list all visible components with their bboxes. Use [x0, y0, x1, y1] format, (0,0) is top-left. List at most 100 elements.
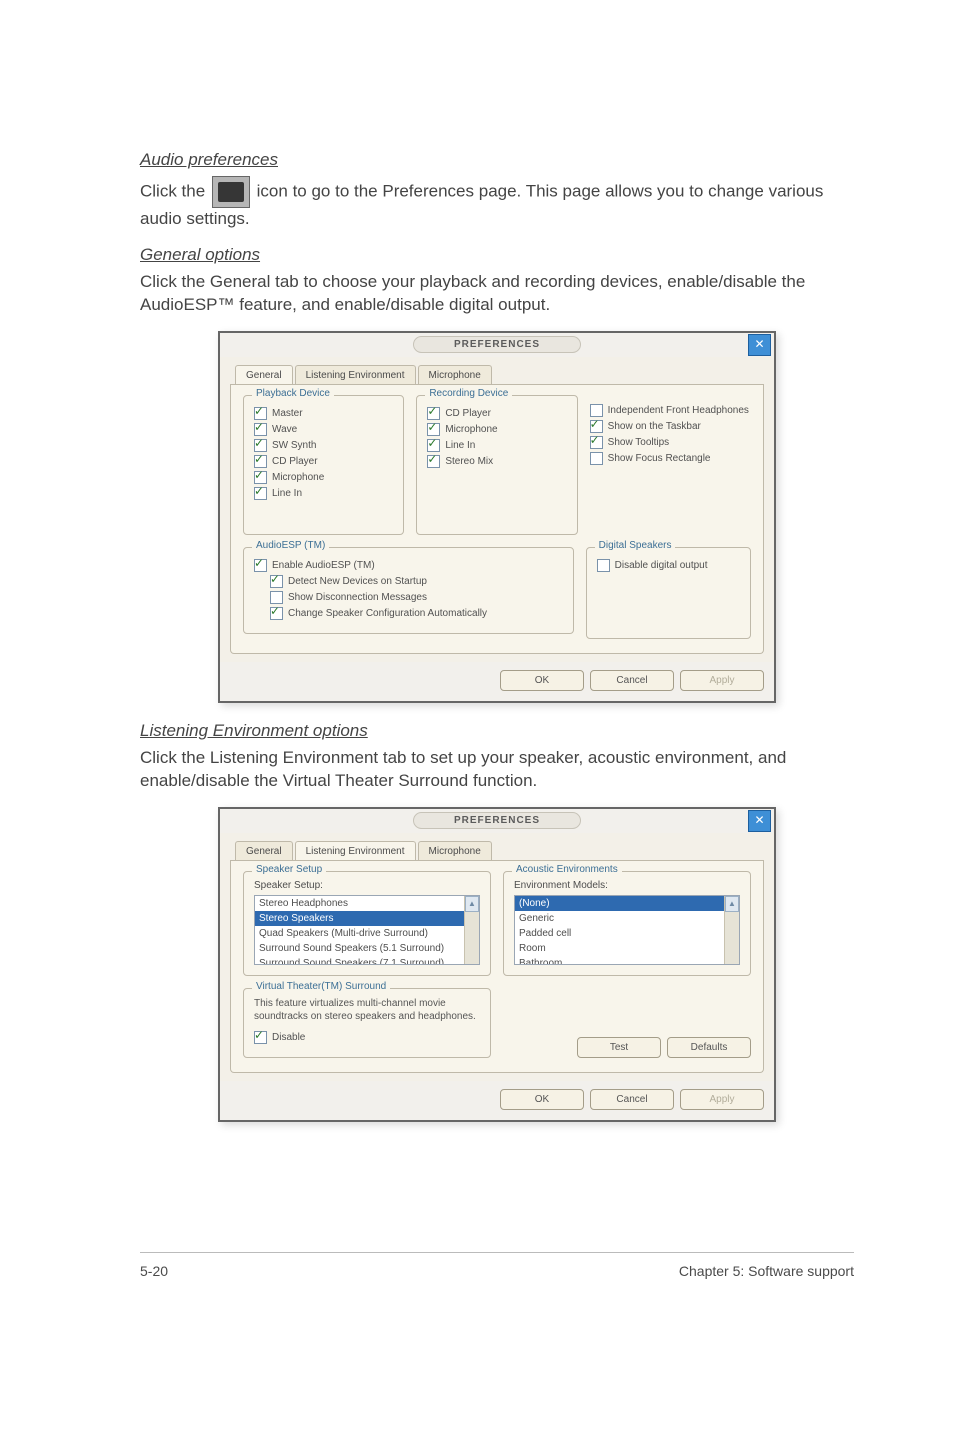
- checkbox-icon: [254, 455, 267, 468]
- environment-model-option[interactable]: Padded cell: [515, 926, 739, 941]
- recording-microphone-checkbox[interactable]: Microphone: [427, 423, 566, 436]
- speaker-setup-listbox[interactable]: Stereo HeadphonesStereo SpeakersQuad Spe…: [254, 895, 480, 965]
- tab-microphone[interactable]: Microphone: [418, 365, 492, 384]
- page-footer: 5-20 Chapter 5: Software support: [140, 1252, 854, 1279]
- playback-wave-checkbox[interactable]: Wave: [254, 423, 393, 436]
- speaker-setup-legend: Speaker Setup: [252, 864, 326, 875]
- environment-model-option[interactable]: (None): [515, 896, 739, 911]
- tab-listening-environment[interactable]: Listening Environment: [295, 365, 416, 384]
- ok-button[interactable]: OK: [500, 1089, 584, 1110]
- speaker-setup-option[interactable]: Stereo Speakers: [255, 911, 479, 926]
- listening-environment-body: Click the Listening Environment tab to s…: [140, 747, 854, 793]
- checkbox-icon: [597, 559, 610, 572]
- cancel-button[interactable]: Cancel: [590, 1089, 674, 1110]
- option-show-focus-rectangle-checkbox[interactable]: Show Focus Rectangle: [590, 452, 751, 465]
- checkbox-icon: [254, 559, 267, 572]
- checkbox-icon: [254, 423, 267, 436]
- virtual-theater-disable-label: Disable: [272, 1032, 305, 1043]
- tab-microphone[interactable]: Microphone: [418, 841, 492, 860]
- recording-line-in-checkbox[interactable]: Line In: [427, 439, 566, 452]
- playback-master-checkbox[interactable]: Master: [254, 407, 393, 420]
- playback-sw-synth-checkbox[interactable]: SW Synth: [254, 439, 393, 452]
- defaults-button[interactable]: Defaults: [667, 1037, 751, 1058]
- option-show-focus-rectangle-label: Show Focus Rectangle: [608, 453, 711, 464]
- cancel-button[interactable]: Cancel: [590, 670, 674, 691]
- audioesp-detect-new-devices-on-startup-checkbox[interactable]: Detect New Devices on Startup: [270, 575, 563, 588]
- tab-bar: General Listening Environment Microphone: [230, 841, 764, 861]
- ok-button[interactable]: OK: [500, 670, 584, 691]
- recording-device-group: Recording Device CD PlayerMicrophoneLine…: [416, 395, 577, 535]
- audioesp-group: AudioESP (TM) Enable AudioESP (TM)Detect…: [243, 547, 574, 634]
- audioesp-legend: AudioESP (TM): [252, 540, 329, 551]
- scroll-up-icon[interactable]: ▲: [725, 896, 739, 912]
- audioesp-change-speaker-configuration-automatically-checkbox[interactable]: Change Speaker Configuration Automatical…: [270, 607, 563, 620]
- virtual-theater-disable-checkbox[interactable]: Disable: [254, 1031, 480, 1044]
- tab-listening-environment[interactable]: Listening Environment: [295, 841, 416, 860]
- option-show-tooltips-checkbox[interactable]: Show Tooltips: [590, 436, 751, 449]
- checkbox-icon: [427, 423, 440, 436]
- apply-button[interactable]: Apply: [680, 670, 764, 691]
- scrollbar[interactable]: ▲: [724, 896, 739, 964]
- option-show-tooltips-label: Show Tooltips: [608, 437, 670, 448]
- checkbox-icon: [590, 436, 603, 449]
- checkbox-icon: [254, 1031, 267, 1044]
- audio-preferences-body: Click the icon to go to the Preferences …: [140, 176, 854, 231]
- checkbox-icon: [254, 407, 267, 420]
- checkbox-icon: [270, 607, 283, 620]
- recording-cd-player-checkbox[interactable]: CD Player: [427, 407, 566, 420]
- page: Audio preferences Click the icon to go t…: [0, 0, 954, 1319]
- playback-wave-label: Wave: [272, 424, 297, 435]
- recording-line-in-label: Line In: [445, 440, 475, 451]
- option-show-on-the-taskbar-checkbox[interactable]: Show on the Taskbar: [590, 420, 751, 433]
- playback-cd-player-checkbox[interactable]: CD Player: [254, 455, 393, 468]
- chapter-label: Chapter 5: Software support: [679, 1263, 854, 1279]
- digital-disable-digital-output-label: Disable digital output: [615, 560, 708, 571]
- audioesp-show-disconnection-messages-checkbox[interactable]: Show Disconnection Messages: [270, 591, 563, 604]
- acoustic-environments-legend: Acoustic Environments: [512, 864, 622, 875]
- playback-device-group: Playback Device MasterWaveSW SynthCD Pla…: [243, 395, 404, 535]
- tab-general[interactable]: General: [235, 841, 293, 860]
- acoustic-environments-group: Acoustic Environments Environment Models…: [503, 871, 751, 976]
- playback-microphone-checkbox[interactable]: Microphone: [254, 471, 393, 484]
- audioesp-change-speaker-configuration-automatically-label: Change Speaker Configuration Automatical…: [288, 608, 487, 619]
- recording-device-legend: Recording Device: [425, 388, 512, 399]
- playback-master-label: Master: [272, 408, 303, 419]
- environment-model-option[interactable]: Generic: [515, 911, 739, 926]
- environment-models-listbox[interactable]: (None)GenericPadded cellRoomBathroom ▲: [514, 895, 740, 965]
- option-independent-front-headphones-checkbox[interactable]: Independent Front Headphones: [590, 404, 751, 417]
- audioesp-enable-audioesp-tm-checkbox[interactable]: Enable AudioESP (TM): [254, 559, 563, 572]
- general-options-heading: General options: [140, 245, 854, 265]
- speaker-setup-option[interactable]: Stereo Headphones: [255, 896, 479, 911]
- recording-cd-player-label: CD Player: [445, 408, 491, 419]
- virtual-theater-legend: Virtual Theater(TM) Surround: [252, 981, 390, 992]
- apply-button[interactable]: Apply: [680, 1089, 764, 1110]
- playback-cd-player-label: CD Player: [272, 456, 318, 467]
- close-icon[interactable]: ✕: [748, 334, 771, 356]
- close-icon[interactable]: ✕: [748, 810, 771, 832]
- checkbox-icon: [590, 420, 603, 433]
- dialog-titlebar: PREFERENCES ✕: [220, 809, 774, 833]
- audioesp-detect-new-devices-on-startup-label: Detect New Devices on Startup: [288, 576, 427, 587]
- tab-general[interactable]: General: [235, 365, 293, 384]
- digital-disable-digital-output-checkbox[interactable]: Disable digital output: [597, 559, 740, 572]
- tab-bar: General Listening Environment Microphone: [230, 365, 764, 385]
- playback-line-in-checkbox[interactable]: Line In: [254, 487, 393, 500]
- speaker-setup-option[interactable]: Surround Sound Speakers (5.1 Surround): [255, 941, 479, 956]
- environment-model-option[interactable]: Room: [515, 941, 739, 956]
- dialog-title: PREFERENCES: [413, 336, 581, 353]
- speaker-setup-option[interactable]: Quad Speakers (Multi-drive Surround): [255, 926, 479, 941]
- checkbox-icon: [590, 452, 603, 465]
- speaker-setup-option[interactable]: Surround Sound Speakers (7.1 Surround): [255, 956, 479, 965]
- option-show-on-the-taskbar-label: Show on the Taskbar: [608, 421, 701, 432]
- checkbox-icon: [270, 591, 283, 604]
- checkbox-icon: [254, 439, 267, 452]
- recording-stereo-mix-checkbox[interactable]: Stereo Mix: [427, 455, 566, 468]
- dialog-button-bar: OK Cancel Apply: [220, 662, 774, 701]
- environment-model-option[interactable]: Bathroom: [515, 956, 739, 965]
- scrollbar[interactable]: ▲: [464, 896, 479, 964]
- scroll-up-icon[interactable]: ▲: [465, 896, 479, 912]
- listening-environment-heading: Listening Environment options: [140, 721, 854, 741]
- virtual-theater-desc: This feature virtualizes multi-channel m…: [254, 997, 480, 1023]
- test-button[interactable]: Test: [577, 1037, 661, 1058]
- speaker-setup-group: Speaker Setup Speaker Setup: Stereo Head…: [243, 871, 491, 976]
